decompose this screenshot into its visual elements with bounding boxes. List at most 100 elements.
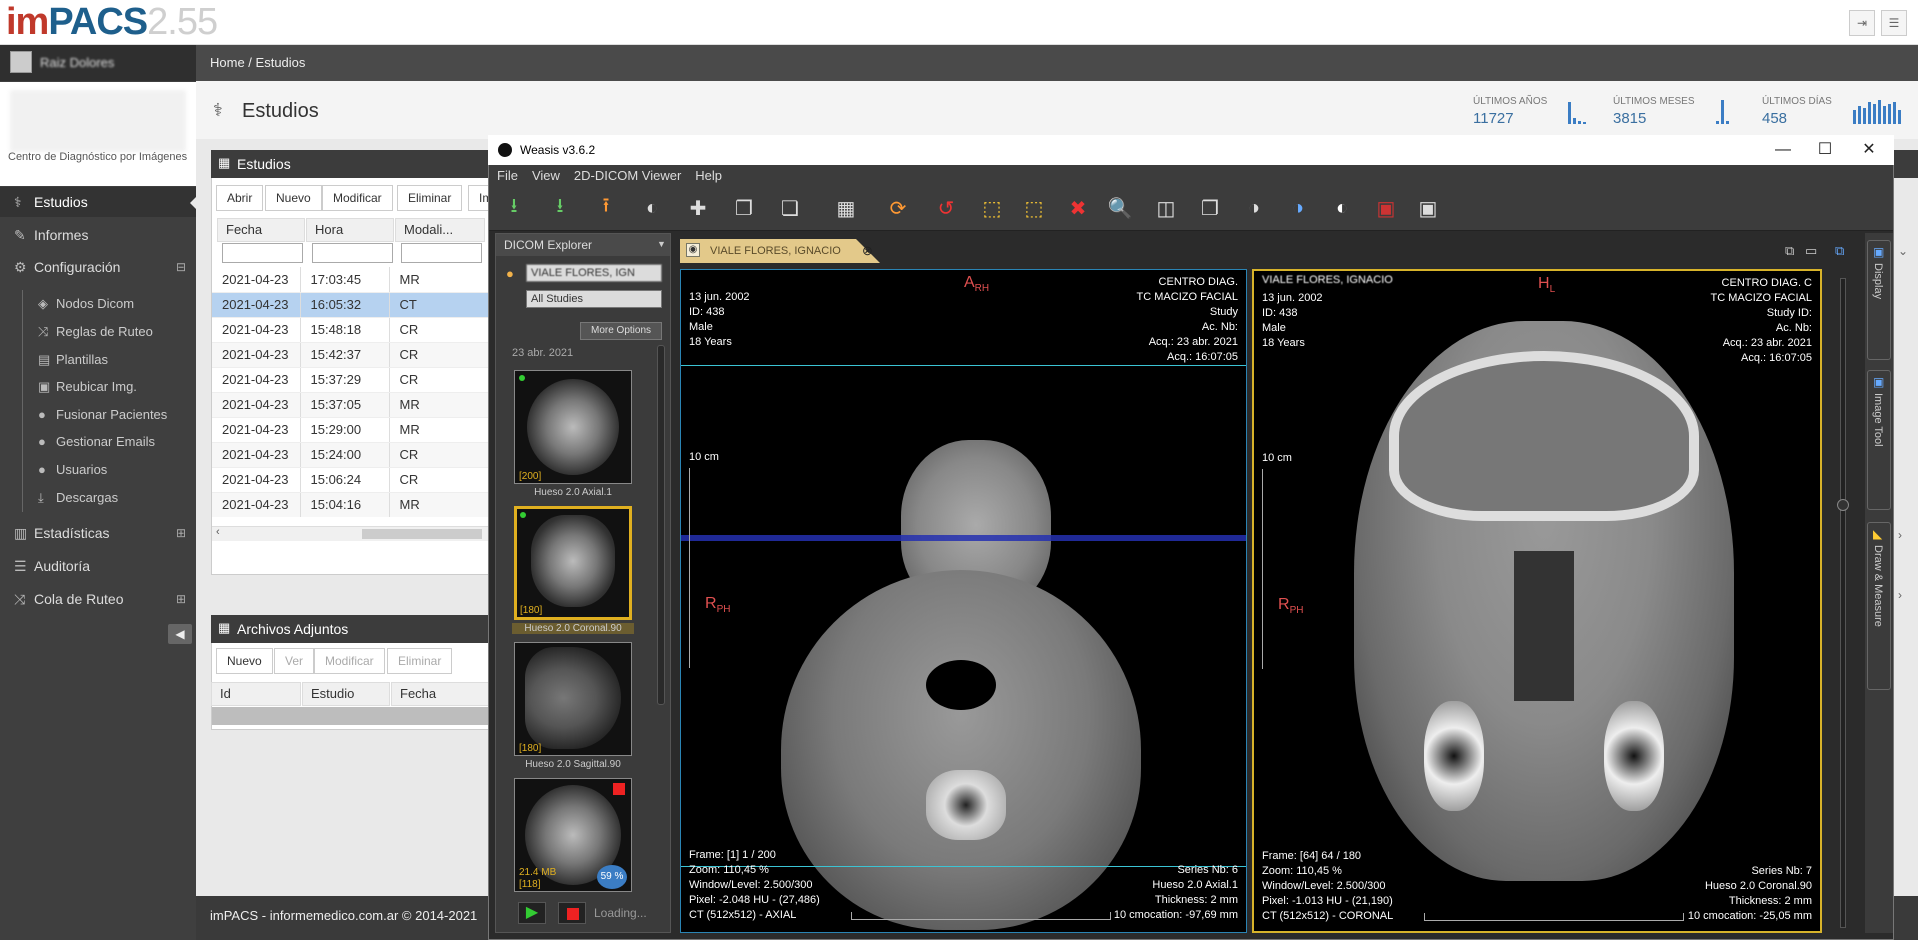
- filter-fecha-input[interactable]: [222, 243, 303, 263]
- invert-icon[interactable]: ◐: [1325, 193, 1359, 223]
- sidebar-item-estudios[interactable]: ⚕ Estudios: [0, 187, 196, 217]
- contrast-icon[interactable]: ◑: [1237, 193, 1271, 223]
- metadata-icon[interactable]: ❐: [1193, 193, 1227, 223]
- sidebar-item-estadisticas[interactable]: ▥ Estadísticas ⊞: [0, 518, 196, 548]
- tab-display[interactable]: ▣ Display: [1867, 240, 1891, 360]
- column-estudio[interactable]: Estudio: [302, 682, 390, 706]
- slider-handle[interactable]: [1837, 499, 1849, 511]
- column-hora[interactable]: Hora: [306, 218, 394, 242]
- breadcrumb-home[interactable]: Home /: [210, 55, 252, 70]
- chevron-down-icon[interactable]: ▼: [657, 239, 666, 249]
- sidebar-item-usuarios[interactable]: ● Usuarios: [0, 456, 196, 483]
- series-thumbnail[interactable]: [180]: [514, 506, 632, 620]
- sync-icon[interactable]: ❏: [773, 193, 807, 223]
- window-icon[interactable]: ▭: [1805, 243, 1817, 259]
- import-cd-icon[interactable]: ⭳: [543, 193, 577, 223]
- rotate-icon[interactable]: ⟳: [881, 193, 915, 223]
- slice-slider[interactable]: [1837, 278, 1849, 928]
- menu-file[interactable]: File: [497, 168, 518, 183]
- series-thumbnail[interactable]: 21.4 MB [118] 59 %: [514, 778, 632, 892]
- chevron-down-icon[interactable]: ⌄: [1898, 244, 1908, 258]
- table-row[interactable]: 2021-04-23 15:29:00 MR: [212, 417, 490, 443]
- sidebar-item-cola-de-ruteo[interactable]: ⤨ Cola de Ruteo ⊞: [0, 584, 196, 614]
- sidebar-item-nodos-dicom[interactable]: ◈ Nodos Dicom: [0, 290, 196, 317]
- import-dicom-icon[interactable]: ⭳: [497, 193, 531, 223]
- chevron-right-icon[interactable]: ›: [1898, 528, 1902, 542]
- print-icon[interactable]: ◐: [635, 193, 669, 223]
- layout-grid-icon[interactable]: ▦: [829, 193, 863, 223]
- zoom-icon[interactable]: 🔍: [1103, 193, 1137, 223]
- menu-button[interactable]: ☰: [1881, 10, 1907, 36]
- menu-2d-dicom-viewer[interactable]: 2D-DICOM Viewer: [574, 168, 681, 183]
- chevron-left-icon[interactable]: ‹: [216, 526, 220, 538]
- minimize-button[interactable]: —: [1760, 135, 1806, 165]
- mip-icon[interactable]: ▣: [1411, 193, 1445, 223]
- attachment-modify-button[interactable]: Modificar: [314, 648, 385, 674]
- delete-measure-icon[interactable]: ✖: [1061, 193, 1095, 223]
- attachment-delete-button[interactable]: Eliminar: [387, 648, 453, 674]
- layout-icon[interactable]: ⧉: [1785, 243, 1794, 259]
- studies-filter-select[interactable]: All Studies: [526, 290, 662, 308]
- crop-icon[interactable]: ⬚: [975, 193, 1009, 223]
- modify-button[interactable]: Modificar: [322, 185, 393, 211]
- sidebar-item-descargas[interactable]: ⤓ Descargas: [0, 484, 196, 511]
- open-button[interactable]: Abrir: [216, 185, 264, 211]
- attachment-view-button[interactable]: Ver: [274, 648, 315, 674]
- column-modalidad[interactable]: Modali...: [395, 218, 485, 242]
- tab-draw-measure[interactable]: ◣ Draw & Measure: [1867, 522, 1891, 690]
- series-thumbnail[interactable]: [200]: [514, 370, 632, 484]
- sidebar-item-reubicar-img[interactable]: ▣ Reubicar Img.: [0, 373, 196, 400]
- new-button[interactable]: Nuevo: [265, 185, 322, 211]
- export-icon[interactable]: ⭱: [589, 193, 623, 223]
- axial-viewer[interactable]: 13 jun. 2002 ID: 438 Male 18 Years CENTR…: [680, 269, 1247, 933]
- column-fecha[interactable]: Fecha: [217, 218, 305, 242]
- filter-hora-input[interactable]: [312, 243, 393, 263]
- stop-button[interactable]: [558, 902, 586, 924]
- table-row[interactable]: 2021-04-23 15:48:18 CR: [212, 317, 490, 343]
- table-row[interactable]: 2021-04-23 15:04:16 MR: [212, 492, 490, 517]
- filter-modalidad-input[interactable]: [401, 243, 482, 263]
- table-row[interactable]: 2021-04-23 16:05:32 CT: [212, 292, 490, 318]
- table-row[interactable]: 2021-04-23 17:03:45 MR: [212, 267, 490, 293]
- layers-icon[interactable]: ❐: [727, 193, 761, 223]
- sidebar-item-configuracion[interactable]: ⚙ Configuración ⊟: [0, 252, 196, 282]
- tab-image-tool[interactable]: ▣ Image Tool: [1867, 370, 1891, 510]
- close-window-button[interactable]: ✕: [1846, 135, 1892, 165]
- tab-viewer[interactable]: VIALE FLORES, IGNACIO: [680, 239, 880, 263]
- maximize-button[interactable]: ☐: [1802, 135, 1848, 165]
- sidebar-item-fusionar-pacientes[interactable]: ● Fusionar Pacientes: [0, 401, 196, 428]
- series-thumbnail[interactable]: [180]: [514, 642, 632, 756]
- delete-button[interactable]: Eliminar: [397, 185, 463, 211]
- info-icon[interactable]: ◫: [1149, 193, 1183, 223]
- column-fecha[interactable]: Fecha: [391, 682, 491, 706]
- explorer-scrollbar[interactable]: [657, 345, 665, 705]
- coronal-viewer[interactable]: VIALE FLORES, IGNACIO 13 jun. 2002 ID: 4…: [1252, 269, 1822, 933]
- more-options-button[interactable]: More Options: [580, 322, 662, 340]
- patient-select[interactable]: VIALE FLORES, IGN: [526, 264, 662, 282]
- attachment-new-button[interactable]: Nuevo: [216, 648, 273, 674]
- table-row[interactable]: 2021-04-23 15:37:05 MR: [212, 392, 490, 418]
- menu-help[interactable]: Help: [695, 168, 722, 183]
- menu-view[interactable]: View: [532, 168, 560, 183]
- reset-icon[interactable]: ↺: [929, 193, 963, 223]
- column-id[interactable]: Id: [211, 682, 301, 706]
- logout-button[interactable]: ⇥: [1849, 10, 1875, 36]
- table-row[interactable]: 2021-04-23 15:06:24 CR: [212, 467, 490, 493]
- table-row[interactable]: 2021-04-23 15:37:29 CR: [212, 367, 490, 393]
- select-icon[interactable]: ⬚: [1017, 193, 1051, 223]
- table-row[interactable]: 2021-04-23 15:24:00 CR: [212, 442, 490, 468]
- table-row[interactable]: 2021-04-23 15:42:37 CR: [212, 342, 490, 368]
- display-settings-icon[interactable]: ⧉: [1835, 243, 1844, 259]
- sidebar-item-plantillas[interactable]: ▤ Plantillas: [0, 346, 196, 373]
- close-tab-icon[interactable]: ⊗: [862, 243, 873, 259]
- sidebar-item-reglas-de-ruteo[interactable]: ⤨ Reglas de Ruteo: [0, 318, 196, 345]
- horizontal-scrollbar[interactable]: ‹: [212, 526, 490, 541]
- lut-icon[interactable]: ◑: [1281, 193, 1315, 223]
- mpr-icon[interactable]: ▣: [1369, 193, 1403, 223]
- chevron-right-icon[interactable]: ›: [1898, 588, 1902, 602]
- sidebar-item-auditoria[interactable]: ☰ Auditoría: [0, 551, 196, 581]
- stop-loading-icon[interactable]: [613, 783, 625, 795]
- scrollbar-thumb[interactable]: [362, 529, 482, 539]
- collapse-sidebar-button[interactable]: ◀: [168, 624, 192, 644]
- play-button[interactable]: ▶: [518, 902, 546, 924]
